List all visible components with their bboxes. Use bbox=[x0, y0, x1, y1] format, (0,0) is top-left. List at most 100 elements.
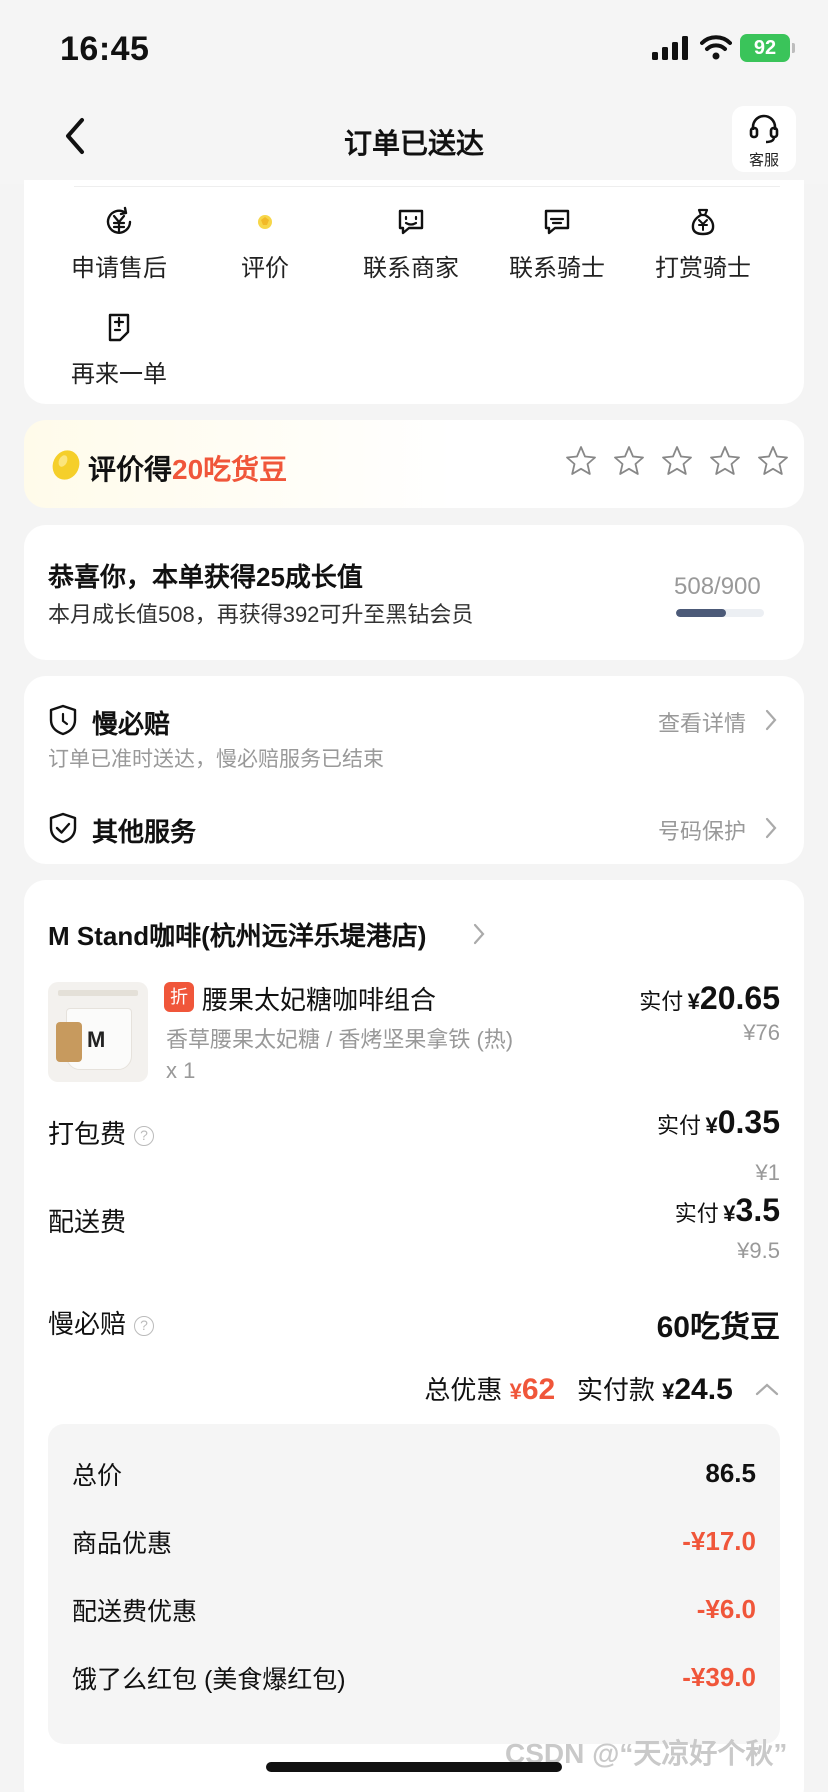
star-rating[interactable] bbox=[564, 444, 790, 478]
breakdown-value: -¥17.0 bbox=[682, 1526, 756, 1556]
currency-symbol: ¥ bbox=[723, 1201, 736, 1226]
yuan-refund-icon bbox=[106, 206, 132, 234]
reorder-button[interactable]: 再来一单 bbox=[46, 312, 192, 389]
breakdown-row: 配送费优惠 -¥6.0 bbox=[72, 1592, 756, 1632]
status-time: 16:45 bbox=[60, 30, 150, 68]
chevron-right-icon bbox=[765, 709, 777, 731]
breakdown-row: 总价 86.5 bbox=[72, 1456, 756, 1496]
chevron-right-icon[interactable] bbox=[472, 922, 486, 946]
packing-fee-label: 打包费? bbox=[48, 1114, 155, 1151]
paid-label: 实付 bbox=[657, 1113, 702, 1138]
currency-symbol: ¥ bbox=[509, 1379, 522, 1404]
star-icon[interactable] bbox=[660, 444, 694, 478]
store-name[interactable]: M Stand咖啡(杭州远洋乐堤港店) bbox=[48, 916, 426, 953]
star-icon[interactable] bbox=[612, 444, 646, 478]
services-card: 慢必赔 查看详情 订单已准时送达，慢必赔服务已结束 其他服务 号码保护 bbox=[24, 676, 804, 864]
breakdown-label: 商品优惠 bbox=[72, 1530, 173, 1558]
growth-subtitle: 本月成长值508，再获得392可升至黑钻会员 bbox=[48, 602, 474, 627]
divider bbox=[74, 186, 780, 187]
growth-value-card[interactable]: 恭喜你，本单获得25成长值 本月成长值508，再获得392可升至黑钻会员 508… bbox=[24, 525, 804, 660]
headset-icon bbox=[749, 114, 779, 144]
customer-service-label: 客服 bbox=[748, 152, 779, 169]
slow-pay-beans: 60吃货豆 bbox=[656, 1311, 780, 1344]
clock-shield-icon bbox=[49, 704, 77, 736]
delivery-fee-label: 配送费 bbox=[48, 1207, 127, 1237]
product-paid-price: 实付 ¥20.65 bbox=[639, 980, 780, 1017]
review-reward-amount: 20吃货豆 bbox=[172, 454, 288, 485]
currency-symbol: ¥ bbox=[705, 1113, 718, 1138]
product-spec: 香草腰果太妃糖 / 香烤坚果拿铁 (热) bbox=[166, 1027, 514, 1052]
contact-merchant-button[interactable]: 联系商家 bbox=[338, 206, 484, 283]
page-title: 订单已送达 bbox=[343, 128, 484, 159]
breakdown-label: 饿了么红包 (美食爆红包) bbox=[72, 1666, 346, 1694]
delivery-original-price: ¥9.5 bbox=[737, 1238, 780, 1263]
brand-logo: M bbox=[87, 1027, 106, 1052]
paid-label: 实付 bbox=[674, 1201, 719, 1226]
action-label: 评价 bbox=[241, 255, 289, 282]
money-bag-icon bbox=[691, 208, 715, 236]
bean-coin-icon bbox=[52, 450, 80, 480]
price-breakdown: 总价 86.5 商品优惠 -¥17.0 配送费优惠 -¥6.0 饿了么红包 (美… bbox=[48, 1424, 780, 1744]
product-name[interactable]: 腰果太妃糖咖啡组合 bbox=[202, 980, 436, 1017]
after-sales-button[interactable]: 申请售后 bbox=[46, 206, 192, 283]
chevron-up-icon[interactable] bbox=[754, 1381, 780, 1397]
paid-label: 实付 bbox=[639, 989, 684, 1014]
slow-pay-row[interactable]: 慢必赔 查看详情 bbox=[48, 698, 780, 739]
star-icon[interactable] bbox=[708, 444, 742, 478]
review-reward-banner[interactable]: 评价得20吃货豆 bbox=[24, 420, 804, 508]
battery-icon: 92 bbox=[740, 34, 795, 62]
status-bar: 16:45 92 bbox=[0, 0, 828, 90]
action-label: 申请售后 bbox=[71, 255, 167, 282]
help-icon[interactable]: ? bbox=[134, 1126, 155, 1146]
shield-check-icon bbox=[49, 812, 77, 844]
growth-progress-text: 508/900 bbox=[674, 573, 761, 600]
product-original-price: ¥76 bbox=[743, 1020, 780, 1045]
review-reward-prefix: 评价得 bbox=[88, 454, 173, 485]
number-protection-link[interactable]: 号码保护 bbox=[658, 814, 746, 846]
chat-icon bbox=[544, 209, 570, 235]
slow-pay-title: 慢必赔 bbox=[92, 709, 171, 739]
product-image-label-strip bbox=[58, 990, 138, 996]
nav-bar: 订单已送达 客服 bbox=[0, 90, 828, 184]
star-icon[interactable] bbox=[564, 444, 598, 478]
growth-progress-fill bbox=[676, 609, 726, 617]
review-icon bbox=[258, 215, 272, 229]
packing-original-price: ¥1 bbox=[755, 1160, 780, 1185]
currency-symbol: ¥ bbox=[662, 1379, 675, 1404]
total-discount-label: 总优惠 bbox=[424, 1375, 503, 1405]
help-icon[interactable]: ? bbox=[134, 1316, 155, 1336]
review-button[interactable]: 评价 bbox=[192, 206, 338, 283]
order-detail-card: M Stand咖啡(杭州远洋乐堤港店) M 折 腰果太妃糖咖啡组合 香草腰果太妃… bbox=[24, 880, 804, 1792]
battery-level: 92 bbox=[753, 36, 777, 59]
tip-rider-button[interactable]: 打赏骑士 bbox=[630, 206, 776, 283]
home-indicator[interactable] bbox=[266, 1762, 562, 1772]
total-paid-label: 实付款 bbox=[576, 1375, 655, 1405]
wifi-icon bbox=[700, 35, 732, 60]
order-summary[interactable]: 总优惠 ¥62 实付款 ¥24.5 bbox=[424, 1370, 780, 1407]
slow-pay-detail-link[interactable]: 查看详情 bbox=[658, 706, 746, 738]
paid-amount: 0.35 bbox=[717, 1104, 780, 1140]
breakdown-row: 商品优惠 -¥17.0 bbox=[72, 1524, 756, 1564]
paid-amount: 20.65 bbox=[699, 980, 780, 1016]
other-services-title: 其他服务 bbox=[92, 817, 197, 847]
chevron-right-icon bbox=[765, 817, 777, 839]
slow-pay-description: 订单已准时送达，慢必赔服务已结束 bbox=[48, 748, 384, 771]
cellular-signal-icon bbox=[652, 36, 688, 60]
chat-icon bbox=[398, 209, 424, 235]
review-reward-text: 评价得20吃货豆 bbox=[88, 448, 287, 488]
breakdown-label: 配送费优惠 bbox=[72, 1598, 198, 1626]
star-icon[interactable] bbox=[756, 444, 790, 478]
action-label: 联系商家 bbox=[363, 255, 459, 282]
slow-pay-fee-text: 慢必赔 bbox=[48, 1309, 127, 1339]
action-label: 再来一单 bbox=[71, 361, 167, 388]
total-discount-amount: 62 bbox=[521, 1373, 556, 1406]
growth-progress-bar bbox=[676, 609, 764, 617]
delivery-paid-price: 实付 ¥3.5 bbox=[675, 1192, 780, 1229]
customer-service-button[interactable]: 客服 bbox=[732, 106, 796, 172]
total-paid-amount: 24.5 bbox=[674, 1373, 733, 1406]
other-services-row[interactable]: 其他服务 号码保护 bbox=[48, 806, 780, 847]
product-quantity: x 1 bbox=[166, 1058, 196, 1083]
contact-rider-button[interactable]: 联系骑士 bbox=[484, 206, 630, 283]
product-image[interactable]: M bbox=[48, 982, 148, 1082]
packing-fee-text: 打包费 bbox=[48, 1119, 127, 1149]
